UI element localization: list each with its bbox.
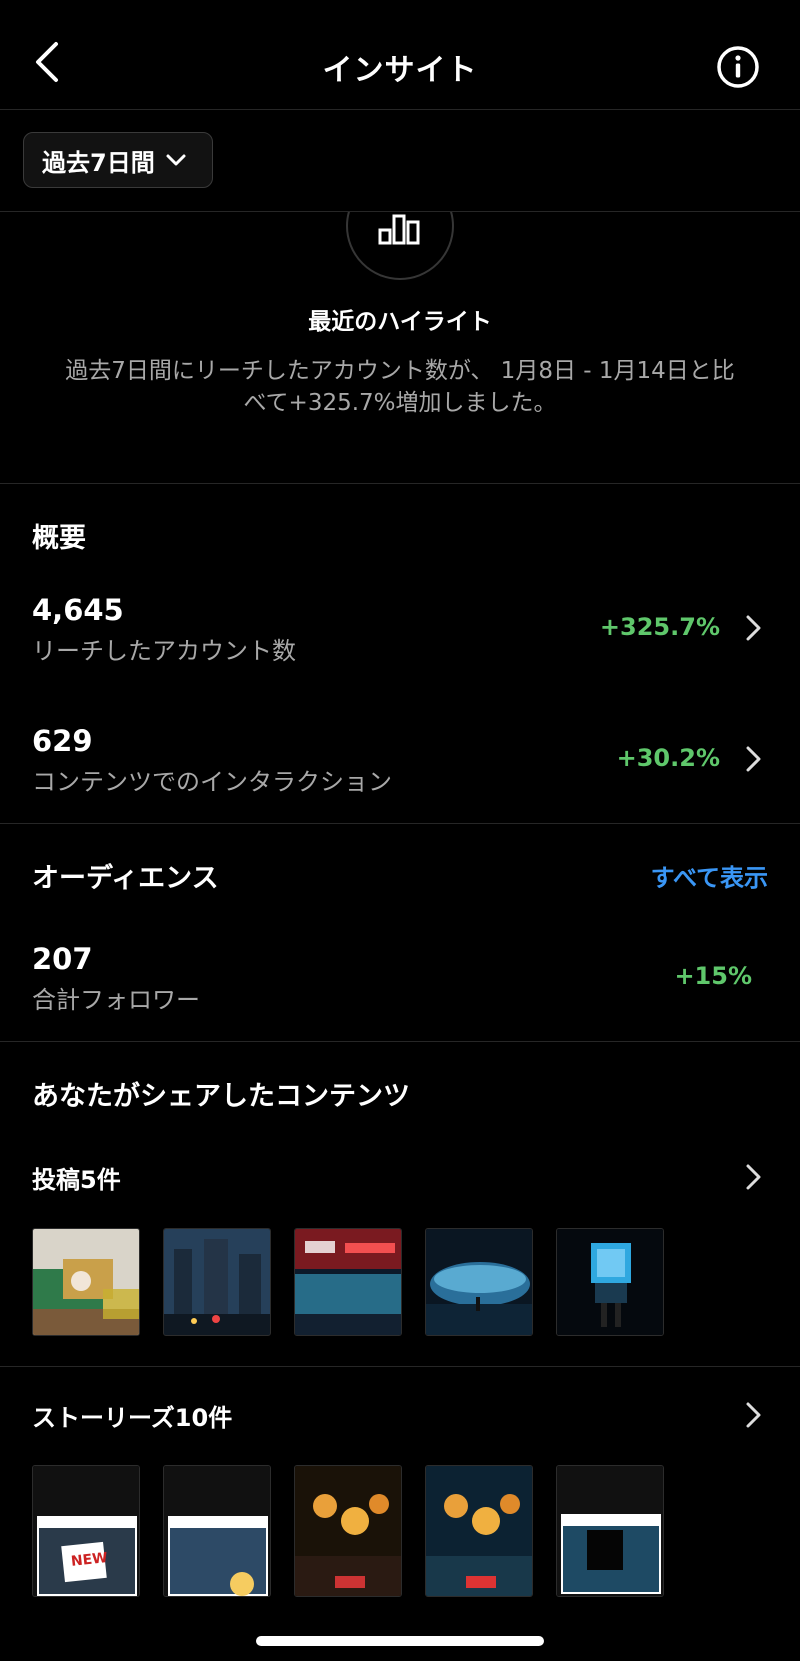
divider bbox=[0, 823, 800, 824]
followers-metric-row: 207 合計フォロワー +15% bbox=[0, 942, 800, 1052]
home-indicator bbox=[256, 1636, 544, 1646]
reach-metric-row[interactable]: 4,645 リーチしたアカウント数 +325.7% bbox=[0, 593, 800, 703]
header: インサイト bbox=[0, 0, 800, 110]
chevron-right-icon bbox=[746, 1402, 761, 1428]
chevron-right-icon bbox=[746, 615, 761, 641]
chevron-down-icon bbox=[166, 154, 186, 166]
post-thumbnail[interactable] bbox=[32, 1228, 140, 1336]
info-button[interactable] bbox=[715, 44, 761, 90]
divider bbox=[0, 483, 800, 484]
story-thumbnail[interactable]: NEW bbox=[32, 1465, 140, 1597]
overview-title: 概要 bbox=[32, 523, 86, 554]
post-thumbnail[interactable] bbox=[163, 1228, 271, 1336]
page-title: インサイト bbox=[322, 53, 478, 88]
insights-screen: インサイト 過去7日間 最近のハイライト 過去7日間にリーチしたアカウント数が、… bbox=[0, 0, 800, 1661]
bar-chart-icon bbox=[378, 214, 420, 245]
highlight-title: 最近のハイライト bbox=[308, 309, 492, 335]
stories-row[interactable]: ストーリーズ10件 bbox=[0, 1398, 800, 1448]
metric-label: コンテンツでのインタラクション bbox=[32, 768, 392, 796]
story-thumbnails: NEW bbox=[32, 1465, 664, 1597]
interactions-metric-row[interactable]: 629 コンテンツでのインタラクション +30.2% bbox=[0, 724, 800, 834]
content-title: あなたがシェアしたコンテンツ bbox=[32, 1081, 410, 1112]
highlight-text: 過去7日間にリーチしたアカウント数が、 1月8日 - 1月14日と比べて+325… bbox=[65, 358, 735, 416]
chevron-right-icon bbox=[746, 746, 761, 772]
post-thumbnail[interactable] bbox=[294, 1228, 402, 1336]
post-thumbnail[interactable] bbox=[425, 1228, 533, 1336]
post-thumbnails bbox=[32, 1228, 664, 1336]
info-icon bbox=[717, 46, 759, 88]
metric-label: 合計フォロワー bbox=[32, 986, 200, 1014]
posts-row[interactable]: 投稿5件 bbox=[0, 1160, 800, 1210]
date-range-bar: 過去7日間 bbox=[0, 110, 800, 212]
metric-value: 4,645 bbox=[32, 593, 124, 627]
see-all-link[interactable]: すべて表示 bbox=[651, 858, 768, 893]
date-range-dropdown[interactable]: 過去7日間 bbox=[23, 132, 213, 188]
story-thumbnail[interactable] bbox=[556, 1465, 664, 1597]
metric-change: +30.2% bbox=[616, 744, 720, 772]
audience-title: オーディエンス bbox=[32, 863, 219, 894]
metric-value: 629 bbox=[32, 724, 93, 758]
stories-label: ストーリーズ10件 bbox=[32, 1404, 233, 1432]
metric-value: 207 bbox=[32, 942, 93, 976]
story-thumbnail[interactable] bbox=[425, 1465, 533, 1597]
divider bbox=[0, 1366, 800, 1367]
metric-change: +325.7% bbox=[599, 613, 720, 641]
chevron-right-icon bbox=[746, 1164, 761, 1190]
date-range-label: 過去7日間 bbox=[42, 148, 155, 177]
story-thumbnail[interactable] bbox=[294, 1465, 402, 1597]
post-thumbnail[interactable] bbox=[556, 1228, 664, 1336]
metric-label: リーチしたアカウント数 bbox=[32, 637, 296, 665]
divider bbox=[0, 1041, 800, 1042]
posts-label: 投稿5件 bbox=[32, 1166, 121, 1194]
metric-change: +15% bbox=[674, 962, 752, 990]
story-thumbnail[interactable] bbox=[163, 1465, 271, 1597]
